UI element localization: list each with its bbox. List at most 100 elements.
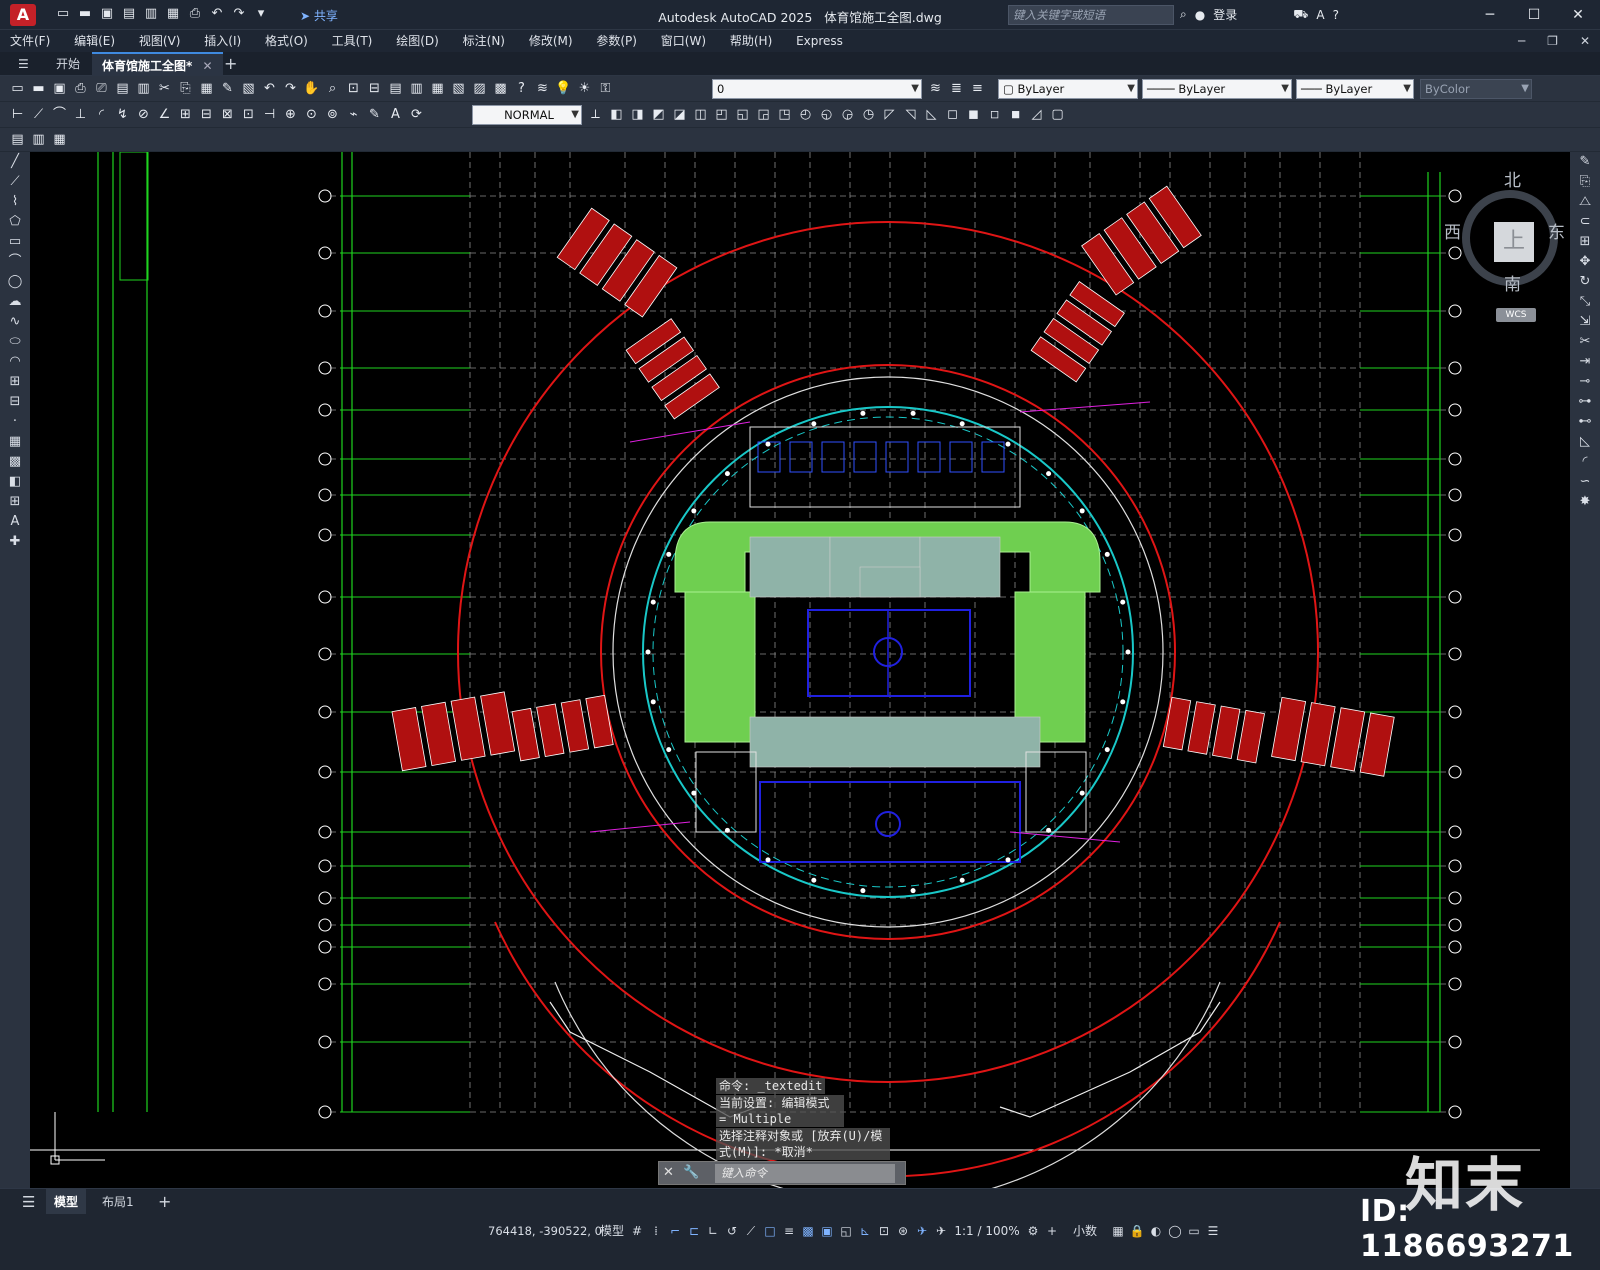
- save-web-icon[interactable]: ▦: [164, 5, 182, 23]
- plot-icon[interactable]: ⎙: [71, 79, 90, 98]
- array-icon[interactable]: ⊞: [1570, 232, 1600, 252]
- isodraft-icon[interactable]: ⟋: [743, 1222, 759, 1240]
- ordinate-icon[interactable]: ⊥: [71, 105, 90, 124]
- zoom-previous-icon[interactable]: ⊟: [365, 79, 384, 98]
- minimize-button[interactable]: ─: [1468, 0, 1512, 30]
- sweep-icon[interactable]: ◴: [796, 105, 815, 124]
- menu-insert[interactable]: 插入(I): [194, 30, 251, 52]
- dynamic-input-icon[interactable]: ⊏: [686, 1222, 702, 1240]
- tolerance-icon[interactable]: ⊕: [281, 105, 300, 124]
- block-attr-manager-icon[interactable]: ▥: [29, 130, 48, 149]
- revcloud-icon[interactable]: ☁: [0, 292, 30, 312]
- new-icon[interactable]: ▭: [54, 5, 72, 23]
- copy-icon[interactable]: ⎘: [176, 79, 195, 98]
- close-command-line-icon[interactable]: ✕: [663, 1165, 674, 1180]
- linetype-dropdown[interactable]: ──── ByLayer ▼: [1142, 79, 1292, 99]
- polyline-icon[interactable]: ⌇: [0, 192, 30, 212]
- menu-format[interactable]: 格式(O): [255, 30, 318, 52]
- gizmo-icon[interactable]: ⊛: [895, 1222, 911, 1240]
- mirror-icon[interactable]: ⧍: [1570, 192, 1600, 212]
- infer-icon[interactable]: ⌐: [667, 1222, 683, 1240]
- diameter-icon[interactable]: ⊘: [134, 105, 153, 124]
- line-icon[interactable]: ╱: [0, 152, 30, 172]
- layer-lock-icon[interactable]: ⚿: [596, 79, 615, 98]
- intersect-icon[interactable]: ◸: [880, 105, 899, 124]
- 3dprint-icon[interactable]: ▥: [134, 79, 153, 98]
- cart-icon[interactable]: ⛟: [1293, 7, 1308, 23]
- tab-close-icon[interactable]: ✕: [202, 59, 212, 73]
- open-web-icon[interactable]: ▥: [142, 5, 160, 23]
- trim-icon[interactable]: ✂: [1570, 332, 1600, 352]
- save-icon[interactable]: ▣: [50, 79, 69, 98]
- model-space-button[interactable]: 模型: [598, 1222, 626, 1240]
- extract-edges-icon[interactable]: ◻: [943, 105, 962, 124]
- dim-edit-icon[interactable]: ✎: [365, 105, 384, 124]
- transparency-icon[interactable]: ▩: [800, 1222, 816, 1240]
- tab-start[interactable]: 开始: [46, 52, 90, 76]
- lineweight-dropdown[interactable]: ─── ByLayer ▼: [1296, 79, 1414, 99]
- angular-icon[interactable]: ∠: [155, 105, 174, 124]
- snap-icon[interactable]: ⁞: [648, 1222, 664, 1240]
- box-icon[interactable]: ◧: [607, 105, 626, 124]
- search-icon[interactable]: ⌕: [1180, 7, 1187, 22]
- ellipse-arc-icon[interactable]: ◠: [0, 352, 30, 372]
- customize-status-icon[interactable]: ☰: [1205, 1222, 1221, 1240]
- color-dropdown[interactable]: ▢ ByLayer ▼: [998, 79, 1138, 99]
- properties-icon[interactable]: ▤: [386, 79, 405, 98]
- explode-icon[interactable]: ✸: [1570, 492, 1600, 512]
- redo-icon[interactable]: ↷: [230, 5, 248, 23]
- app-menu-icon[interactable]: ☰: [8, 52, 39, 76]
- close-button[interactable]: ✕: [1556, 0, 1600, 30]
- hardware-accel-icon[interactable]: ◯: [1167, 1222, 1183, 1240]
- polar-icon[interactable]: ↺: [724, 1222, 740, 1240]
- dim-style-icon[interactable]: ⟂: [586, 105, 605, 124]
- layer-dropdown[interactable]: 0 ▼: [712, 79, 922, 99]
- menu-view[interactable]: 视图(V): [129, 30, 191, 52]
- separate-icon[interactable]: ◾: [1006, 105, 1025, 124]
- thicken-icon[interactable]: ◺: [922, 105, 941, 124]
- sheet-set-icon[interactable]: ▧: [449, 79, 468, 98]
- menu-dimension[interactable]: 标注(N): [453, 30, 515, 52]
- menu-edit[interactable]: 编辑(E): [64, 30, 125, 52]
- markup-icon[interactable]: ▨: [470, 79, 489, 98]
- arc-length-icon[interactable]: ⌒: [50, 105, 69, 124]
- autodesk-app-icon[interactable]: A: [1316, 8, 1324, 22]
- center-mark-icon[interactable]: ⊙: [302, 105, 321, 124]
- viewcube-south[interactable]: 南: [1504, 270, 1521, 295]
- units-dropdown[interactable]: 小数: [1063, 1222, 1107, 1240]
- revolve-icon[interactable]: ◳: [775, 105, 794, 124]
- user-icon[interactable]: ●: [1195, 8, 1205, 22]
- help-icon[interactable]: ?: [1333, 8, 1339, 22]
- open-icon[interactable]: ▬: [76, 5, 94, 23]
- scale-icon[interactable]: ⤡: [1570, 292, 1600, 312]
- isolate-icon[interactable]: ◐: [1148, 1222, 1164, 1240]
- copy-object-icon[interactable]: ⎘: [1570, 172, 1600, 192]
- cylinder-icon[interactable]: ◫: [691, 105, 710, 124]
- inspect-icon[interactable]: ⊚: [323, 105, 342, 124]
- calculator-icon[interactable]: ▩: [491, 79, 510, 98]
- dim-space-icon[interactable]: ⊡: [239, 105, 258, 124]
- radius-icon[interactable]: ◜: [92, 105, 111, 124]
- grid-icon[interactable]: #: [629, 1222, 645, 1240]
- tab-drawing[interactable]: 体育馆施工全图* ✕: [92, 52, 223, 76]
- clean-icon[interactable]: ▢: [1048, 105, 1067, 124]
- sync-attr-icon[interactable]: ▦: [50, 130, 69, 149]
- aligned-dim-icon[interactable]: ⟋: [29, 105, 48, 124]
- shell-icon[interactable]: ◽: [985, 105, 1004, 124]
- cut-icon[interactable]: ✂: [155, 79, 174, 98]
- quick-dim-icon[interactable]: ⊞: [176, 105, 195, 124]
- menu-window[interactable]: 窗口(W): [651, 30, 716, 52]
- customize-qat-icon[interactable]: ▾: [252, 5, 270, 23]
- selection-cycling-icon[interactable]: ▣: [819, 1222, 835, 1240]
- new-layout-button[interactable]: +: [150, 1189, 179, 1215]
- insert-block-icon[interactable]: ⊞: [0, 372, 30, 392]
- design-center-icon[interactable]: ▥: [407, 79, 426, 98]
- region-icon[interactable]: ◧: [0, 472, 30, 492]
- erase-icon[interactable]: ✎: [1570, 152, 1600, 172]
- fillet-icon[interactable]: ◜: [1570, 452, 1600, 472]
- open-icon[interactable]: ▬: [29, 79, 48, 98]
- break-at-point-icon[interactable]: ⊸: [1570, 372, 1600, 392]
- tab-model[interactable]: 模型: [46, 1189, 87, 1215]
- menu-file[interactable]: 文件(F): [0, 30, 60, 52]
- layer-on-icon[interactable]: 💡: [554, 79, 573, 98]
